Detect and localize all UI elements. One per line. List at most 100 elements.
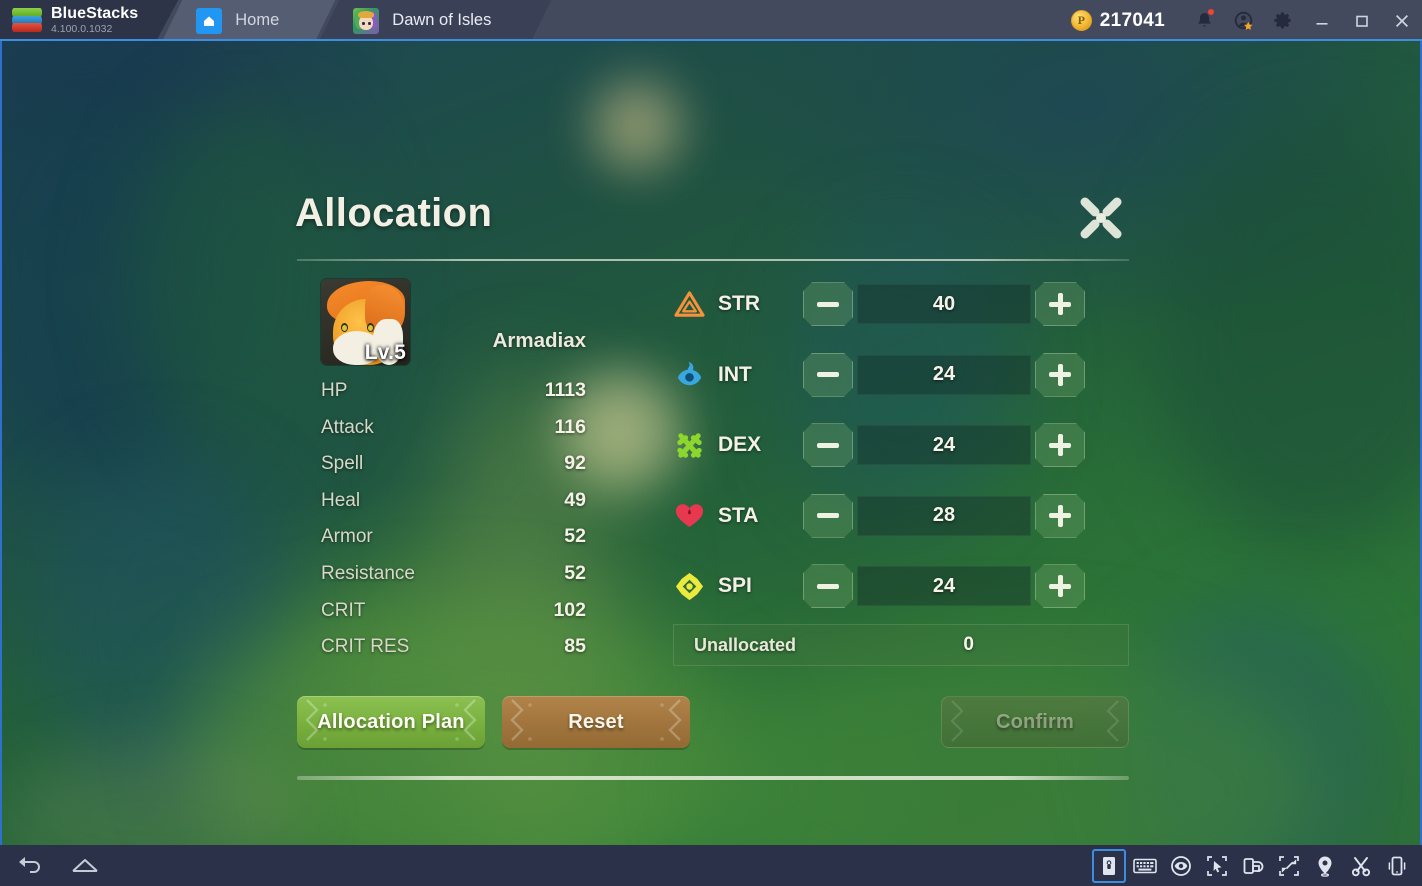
points-display[interactable]: P 217041: [1070, 9, 1165, 32]
stat-row-crit: CRIT 102: [321, 599, 586, 636]
page-title: Allocation: [295, 191, 493, 235]
home-icon[interactable]: [68, 849, 102, 883]
scissors-screenshot-icon[interactable]: [1344, 849, 1378, 883]
background-blur-shape: [2, 61, 242, 481]
stat-label: HP: [321, 380, 348, 401]
heart-icon: [673, 499, 706, 532]
emulator-tools: [1092, 848, 1414, 883]
notification-bell-icon[interactable]: [1185, 0, 1224, 41]
confirm-button[interactable]: Confirm: [941, 696, 1129, 748]
background-blur-shape: [1122, 601, 1382, 845]
tab-game-label: Dawn of Isles: [392, 11, 492, 29]
unallocated-label: Unallocated: [694, 634, 797, 655]
bottom-toolbar: [0, 845, 1422, 886]
titlebar-accent-line: [0, 39, 1422, 41]
increment-dex-button[interactable]: [1035, 423, 1085, 468]
back-icon[interactable]: [14, 849, 48, 883]
decrement-str-button[interactable]: [803, 282, 853, 327]
attribute-value-dex[interactable]: 24: [857, 425, 1031, 466]
stat-label: Armor: [321, 526, 373, 548]
keyboard-icon[interactable]: [1128, 849, 1162, 883]
android-nav-controls: [0, 849, 102, 883]
increment-spi-button[interactable]: [1035, 564, 1085, 609]
stat-row-hp: HP 1113: [321, 379, 586, 416]
tab-home[interactable]: Home: [162, 0, 335, 41]
stat-value: 92: [564, 452, 586, 475]
maximize-button[interactable]: [1342, 0, 1382, 41]
lock-orientation-icon[interactable]: [1092, 848, 1126, 883]
title-divider: [297, 259, 1129, 261]
decrement-sta-button[interactable]: [803, 493, 853, 538]
attribute-list: STR 40 INT 24 DEX 24 STA 28 SPI 24: [673, 269, 1133, 622]
unallocated-row: Unallocated 0: [673, 624, 1129, 666]
reset-button[interactable]: Reset: [502, 696, 690, 748]
tab-dawn-of-isles[interactable]: Dawn of Isles: [319, 0, 551, 41]
shuriken-icon: [673, 429, 706, 462]
button-ornament: [1106, 700, 1120, 742]
stat-label: Attack: [321, 416, 374, 438]
stat-value: 1113: [544, 379, 586, 401]
background-blur-shape: [1152, 121, 1420, 551]
attribute-row-spi: SPI 24: [673, 551, 1133, 622]
stat-row-heal: Heal 49: [321, 489, 586, 526]
decrement-int-button[interactable]: [803, 352, 853, 397]
shake-device-icon[interactable]: [1380, 849, 1414, 883]
settings-gear-icon[interactable]: [1263, 0, 1302, 41]
increment-str-button[interactable]: [1035, 282, 1085, 327]
location-pin-icon[interactable]: [1308, 849, 1342, 883]
attribute-name: SPI: [718, 574, 752, 598]
tab-home-label: Home: [235, 11, 280, 29]
stat-label: CRIT: [321, 599, 366, 621]
notification-badge: [1207, 8, 1215, 16]
decrement-spi-button[interactable]: [803, 564, 853, 609]
background-blur-shape: [32, 461, 292, 791]
close-button[interactable]: [1382, 0, 1422, 41]
character-name: Armadiax: [492, 329, 586, 352]
increment-int-button[interactable]: [1035, 352, 1085, 397]
attribute-value-int[interactable]: 24: [857, 354, 1031, 395]
attribute-name: DEX: [718, 433, 762, 457]
increment-sta-button[interactable]: [1035, 493, 1085, 538]
brand-name: BlueStacks: [51, 5, 139, 23]
stat-value: 116: [554, 415, 586, 438]
fullscreen-icon[interactable]: [1272, 849, 1306, 883]
attribute-value-str[interactable]: 40: [857, 284, 1031, 325]
bluestacks-brand: BlueStacks 4.100.0.1032: [0, 0, 178, 41]
stat-row-attack: Attack 116: [321, 416, 586, 453]
stat-row-crit-res: CRIT RES 85: [321, 635, 586, 672]
home-icon: [196, 8, 222, 34]
stat-label: Resistance: [321, 562, 415, 584]
attribute-name: INT: [718, 362, 752, 386]
attribute-value-sta[interactable]: 28: [857, 495, 1031, 536]
attribute-value-spi[interactable]: 24: [857, 566, 1031, 607]
points-coin-icon: P: [1070, 10, 1092, 31]
reset-label: Reset: [568, 710, 624, 733]
allocation-plan-button[interactable]: Allocation Plan: [297, 696, 485, 748]
eye-icon: [673, 358, 706, 391]
stat-value: 85: [564, 635, 586, 658]
points-value: 217041: [1099, 9, 1165, 31]
triangle-icon: [673, 288, 706, 321]
minimize-button[interactable]: [1302, 0, 1342, 41]
confirm-label: Confirm: [995, 710, 1075, 733]
close-icon[interactable]: [1072, 189, 1130, 247]
bottom-divider: [297, 776, 1129, 780]
unallocated-value: 0: [963, 634, 974, 655]
game-avatar-icon: [353, 8, 379, 34]
eye-macro-icon[interactable]: [1164, 849, 1198, 883]
stat-label: Spell: [321, 453, 364, 475]
decrement-dex-button[interactable]: [803, 423, 853, 468]
rotate-screen-icon[interactable]: [1236, 849, 1270, 883]
brand-version: 4.100.0.1032: [51, 23, 113, 36]
stat-label: CRIT RES: [321, 636, 410, 658]
pointer-icon[interactable]: [1200, 849, 1234, 883]
stat-row-spell: Spell 92: [321, 452, 586, 489]
attribute-row-str: STR 40: [673, 269, 1133, 340]
bluestacks-logo-icon: [12, 8, 42, 34]
stat-value: 52: [564, 525, 586, 548]
character-panel: Lv.5 Armadiax HP 1113 Attack 116 Spell 9…: [321, 279, 611, 657]
account-profile-icon[interactable]: [1224, 0, 1263, 41]
stat-value: 49: [564, 488, 586, 511]
stat-value: 52: [564, 561, 586, 584]
attribute-row-int: INT 24: [673, 340, 1133, 411]
